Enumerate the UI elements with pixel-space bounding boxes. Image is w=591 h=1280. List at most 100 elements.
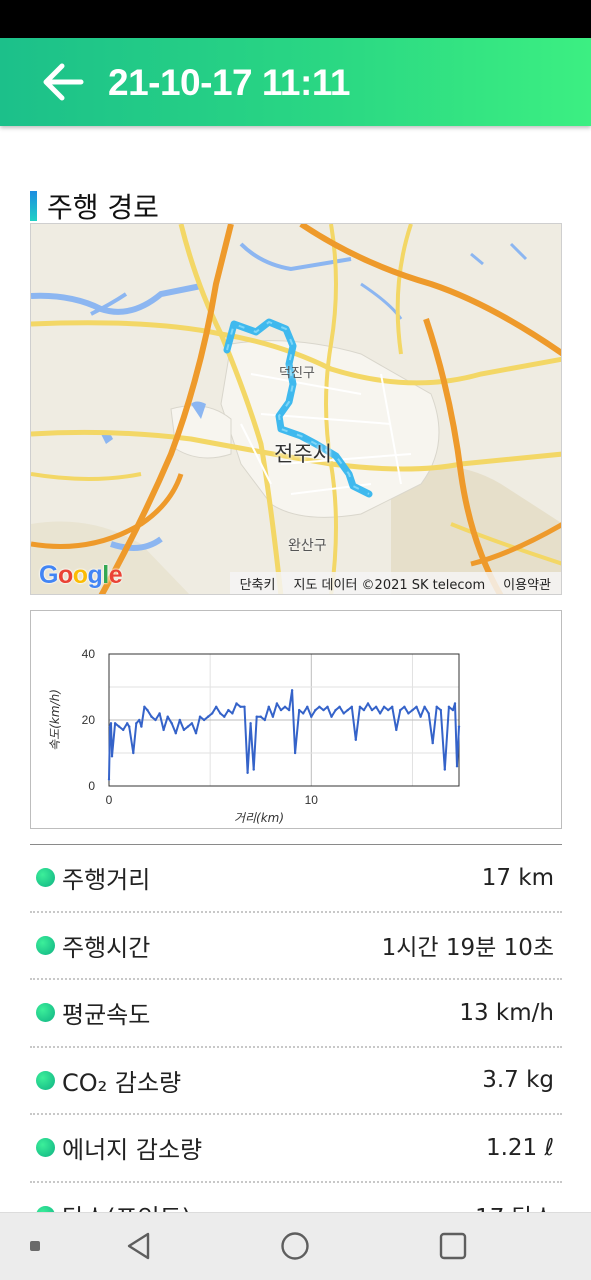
recents-square-icon[interactable] [438,1231,468,1265]
speed-data-point [293,751,297,755]
stat-label: 에너지 감소량 [62,1136,203,1165]
y-tick-label: 40 [82,647,96,661]
stat-label-group: 주행시간 [36,928,150,963]
speed-data-point [162,728,165,732]
speed-data-point [252,768,255,771]
map-label-district-north: 덕진구 [279,366,315,381]
speed-series-line [108,689,460,780]
stat-row: 탄소(포인트) 17 탄소 [30,1183,562,1212]
speed-data-point [206,715,210,718]
stat-value: 3.7 kg [482,1067,554,1094]
speed-data-point [342,712,345,715]
content-area[interactable]: 주행 경로 덕진구 전주시 완산구 Google 단축키 지도 데이터 ©202… [0,126,591,1212]
speed-data-point [202,718,206,722]
speed-data-point [322,708,325,712]
bullet-dot-icon [36,1138,55,1158]
speed-data-point [255,715,258,718]
x-tick-label: 0 [106,793,113,807]
speed-data-point [186,725,190,728]
speed-data-point [350,705,353,708]
speed-data-point [194,732,198,735]
stat-value: 1.21 ℓ [485,1134,554,1161]
menu-dot-icon[interactable] [30,1241,40,1251]
stat-value: 13 km/h [459,999,554,1026]
home-circle-icon[interactable] [280,1231,310,1265]
speed-data-point [150,715,153,718]
speed-data-point [283,705,287,708]
speed-data-point [310,715,313,718]
speed-data-point [174,732,177,735]
back-triangle-icon[interactable] [124,1231,154,1265]
speed-data-point [443,768,446,771]
speed-data-point [110,755,114,758]
speed-data-point [219,712,222,715]
speed-data-point [439,708,442,712]
speed-data-point [113,722,117,725]
speed-data-point [403,705,406,708]
speed-data-point [267,705,270,708]
speed-data-point [423,705,426,708]
speed-data-point [279,708,283,712]
speed-data-point [435,705,438,708]
speed-data-point [378,712,382,715]
bullet-dot-icon [36,935,55,955]
stat-label-group: 평균속도 [36,995,150,1030]
section-accent-bar [30,191,37,221]
speed-data-point [391,705,394,708]
speed-data-point [140,725,143,728]
speed-data-point [455,765,459,768]
stat-label: 주행거리 [62,866,151,895]
map-label-district-south: 완산구 [288,538,327,554]
speed-data-point [109,722,113,725]
stat-label-group: 탄소(포인트) [36,1198,191,1212]
speed-data-point [395,728,398,732]
bullet-dot-icon [36,868,55,888]
speed-data-point [407,712,410,715]
stat-value: 17 탄소 [475,1198,554,1212]
speed-data-point [143,705,146,708]
speed-data-point [243,705,246,708]
speed-data-point [399,708,402,712]
speed-data-point [231,712,234,715]
stat-label: CO₂ 감소량 [62,1068,182,1097]
speed-data-point [431,741,434,745]
speed-data-point [374,705,378,708]
speed-data-point [215,705,218,708]
stat-row: CO₂ 감소량 3.7 kg [30,1048,562,1115]
speed-data-point [158,712,161,715]
stat-row: 에너지 감소량 1.21 ℓ [30,1115,562,1183]
speed-data-point [259,715,262,718]
speed-data-point [427,712,430,715]
speed-data-point [128,725,131,728]
speed-data-point [366,702,370,705]
stats-list: 주행거리 17 km 주행시간 1시간 19분 10초 평균속도 13 km/h CO₂ 감… [30,845,562,1212]
stat-label: 주행시간 [62,933,151,962]
stat-value: 17 km [481,864,554,891]
speed-data-point [227,708,230,712]
route-map[interactable]: 덕진구 전주시 완산구 Google 단축키 지도 데이터 ©2021 SK t… [30,223,562,595]
speed-data-point [154,718,157,722]
stat-label-group: 주행거리 [36,860,150,895]
y-tick-label: 20 [82,713,96,727]
speed-data-point [330,715,333,718]
speed-data-point [318,705,321,708]
speed-data-point [302,712,305,715]
speed-data-point [358,705,362,708]
stat-label-group: 에너지 감소량 [36,1130,202,1165]
speed-data-point [354,738,357,741]
back-button[interactable] [36,58,88,106]
speed-data-point [178,718,181,722]
speed-data-point [382,705,386,708]
map-terms-link[interactable]: 이용약관 [503,574,551,593]
speed-data-point [249,722,252,725]
speed-data-point [135,722,138,725]
speed-data-point [263,718,266,722]
speed-data-point [457,725,461,728]
speed-data-point [223,715,226,718]
speed-data-point [298,708,301,712]
speed-data-point [370,708,374,712]
map-shortcuts-link[interactable]: 단축키 [240,574,276,593]
arrow-left-icon [43,63,84,101]
speed-data-point [453,702,457,705]
app-bar: 21-10-17 11:11 [0,38,591,126]
